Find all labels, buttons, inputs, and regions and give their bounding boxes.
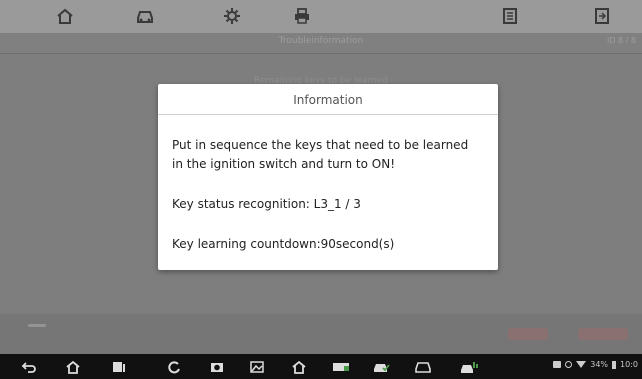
clock-time: 10:0	[620, 360, 638, 369]
clock-icon	[565, 361, 573, 368]
status-bar: 34% 10:0	[553, 360, 638, 369]
information-dialog: Information Put in sequence the keys tha…	[158, 84, 498, 270]
instruction-line-1: Put in sequence the keys that need to be…	[172, 138, 469, 152]
back-icon[interactable]	[20, 358, 38, 375]
car-check-icon[interactable]	[372, 358, 390, 375]
home-icon[interactable]	[55, 6, 75, 26]
dialog-title: Information	[158, 84, 498, 115]
refresh-icon[interactable]	[165, 358, 183, 375]
screen-title: Troubleinformation	[278, 36, 364, 46]
image-icon[interactable]	[248, 358, 266, 375]
action-button-1[interactable]	[508, 328, 548, 340]
instruction-line-2: in the ignition switch and turn to ON!	[172, 157, 396, 171]
action-button-2[interactable]	[578, 328, 628, 340]
key-status-recognition: Key status recognition: L3_1 / 3	[172, 197, 361, 211]
system-navbar: 34% 10:0	[0, 354, 642, 379]
exit-icon[interactable]	[592, 6, 612, 26]
page-indicator: ID 8 / 8	[606, 36, 636, 45]
title-bar: Troubleinformation ID 8 / 8	[0, 33, 642, 54]
key-learning-countdown: Key learning countdown:90second(s)	[172, 237, 395, 251]
home-icon[interactable]	[64, 358, 82, 375]
recent-apps-icon[interactable]	[110, 358, 128, 375]
bottom-action-bar	[0, 314, 642, 354]
top-toolbar	[0, 0, 642, 33]
car-icon[interactable]	[135, 6, 155, 26]
battery-icon	[612, 360, 617, 369]
gear-icon[interactable]	[222, 6, 242, 26]
home-icon[interactable]	[290, 358, 308, 375]
car-icon[interactable]	[414, 358, 432, 375]
camera-icon[interactable]	[208, 358, 226, 375]
message-icon	[553, 361, 562, 368]
battery-level: 34%	[590, 360, 609, 369]
printer-icon[interactable]	[292, 6, 312, 26]
wifi-icon	[576, 361, 587, 368]
handle-icon[interactable]	[28, 324, 46, 327]
car-data-icon[interactable]	[460, 358, 478, 375]
document-icon[interactable]	[500, 6, 520, 26]
vci-icon[interactable]	[332, 358, 350, 375]
